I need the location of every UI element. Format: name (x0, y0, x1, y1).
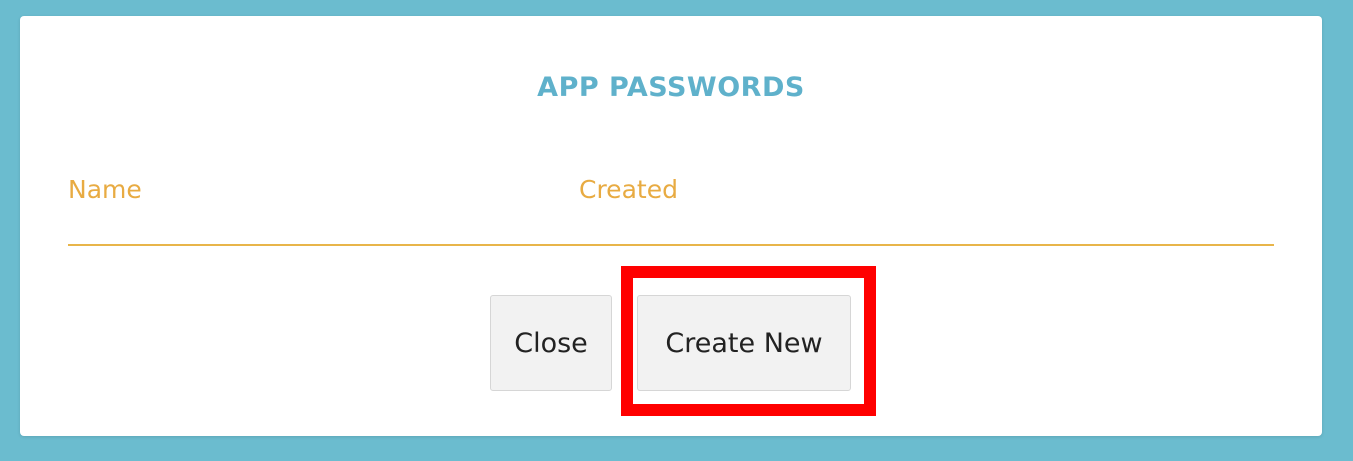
app-passwords-dialog: APP PASSWORDS Name Created Close Create … (20, 16, 1322, 436)
close-button[interactable]: Close (490, 295, 612, 391)
column-header-name: Name (68, 175, 142, 204)
dialog-title: APP PASSWORDS (537, 72, 805, 103)
column-header-created: Created (579, 175, 678, 204)
table-header-divider (68, 244, 1274, 246)
create-new-button[interactable]: Create New (637, 295, 851, 391)
